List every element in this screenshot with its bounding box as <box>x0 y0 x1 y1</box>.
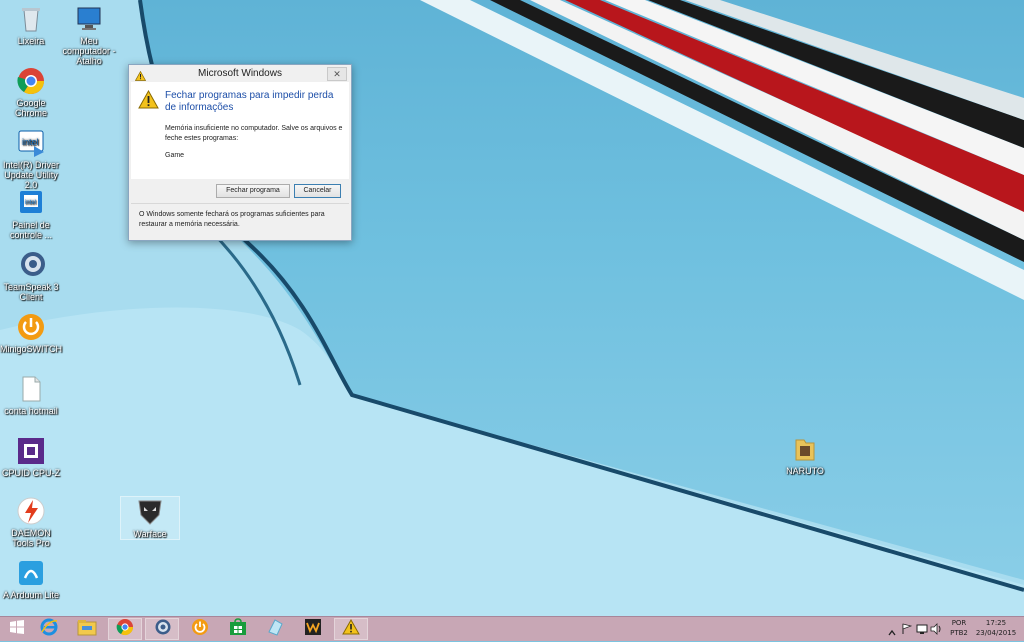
app-icon <box>266 618 284 640</box>
desktop-icon-teamspeak[interactable]: TeamSpeak 3 Client <box>0 250 62 302</box>
close-program-button[interactable]: Fechar programa <box>216 184 290 198</box>
folder-icon <box>790 434 820 464</box>
desktop-icon-conta-hotmail[interactable]: conta hotmail <box>0 374 62 416</box>
chrome-icon <box>16 66 46 96</box>
cpuz-icon <box>16 436 46 466</box>
taskbar-teamspeak[interactable] <box>145 618 179 640</box>
desktop-icon-label: MinigoSWITCH <box>0 344 63 354</box>
dialog-footer-note: O Windows somente fechará os programas s… <box>139 211 325 228</box>
desktop-icon-minigoswitch[interactable]: MinigoSWITCH <box>0 312 62 354</box>
clock[interactable]: 17:25 23/04/2015 <box>974 619 1018 637</box>
daemon-tools-icon <box>16 496 46 526</box>
warning-icon <box>138 89 159 114</box>
app-icon <box>16 558 46 588</box>
intel-driver-icon: intel <box>16 128 46 158</box>
warface-icon <box>135 497 165 527</box>
dialog-button-row: Fechar programa Cancelar <box>131 179 349 199</box>
desktop-icon-label: Lixeira <box>17 36 45 46</box>
desktop-icon-label: CPUID CPU-Z <box>2 468 60 478</box>
divider <box>131 203 349 204</box>
close-programs-dialog: Microsoft Windows ✕ Fechar programas par… <box>128 64 352 241</box>
desktop-icon-label: Intel(R) Driver Update Utility 2.0 <box>2 160 59 190</box>
taskbar-store[interactable] <box>221 618 255 640</box>
language-code: POR <box>951 619 967 627</box>
dialog-message: Memória insuficiente no computador. Salv… <box>165 125 343 142</box>
text-file-icon <box>16 374 46 404</box>
chrome-icon <box>116 618 134 640</box>
chevron-up-icon[interactable] <box>888 624 896 642</box>
desktop-icon-intel-control-panel[interactable]: intel Painel de controle ... <box>0 188 62 240</box>
desktop-icon-intel-driver[interactable]: intel Intel(R) Driver Update Utility 2.0 <box>0 128 62 190</box>
warning-icon <box>342 618 360 639</box>
dialog-title-bar[interactable]: Microsoft Windows ✕ <box>129 65 351 82</box>
internet-explorer-icon <box>40 618 58 640</box>
volume-icon[interactable] <box>930 622 942 640</box>
desktop-icon-my-computer[interactable]: Meu computador - Atalho <box>58 4 120 66</box>
start-button[interactable] <box>0 618 34 640</box>
svg-text:intel: intel <box>25 200 36 206</box>
desktop-icon-daemon-tools[interactable]: DAEMON Tools Pro <box>0 496 62 548</box>
desktop-icon-label: A Arduum Lite <box>2 590 60 600</box>
taskbar: POR PTB2 17:25 23/04/2015 <box>0 616 1024 641</box>
language-indicator[interactable]: POR PTB2 <box>946 619 972 637</box>
power-icon <box>191 618 209 640</box>
program-list-item: Game <box>165 152 185 159</box>
desktop-icon-chrome[interactable]: Google Chrome <box>0 66 62 118</box>
desktop-icon-label: DAEMON Tools Pro <box>11 528 51 548</box>
dialog-heading: Fechar programas para impedir perda de i… <box>165 90 334 113</box>
desktop-icon-label: Meu computador - Atalho <box>62 36 116 66</box>
flag-icon[interactable] <box>902 622 913 640</box>
taskbar-minigoswitch[interactable] <box>183 618 217 640</box>
desktop-icon-recycle-bin[interactable]: Lixeira <box>0 4 62 46</box>
system-tray <box>884 617 942 642</box>
desktop-icon-label: conta hotmail <box>4 406 58 416</box>
file-explorer-icon <box>77 618 97 640</box>
close-button[interactable]: ✕ <box>327 67 347 81</box>
desktop-icon-warface[interactable]: Warface <box>120 496 180 540</box>
desktop-icon-label: NARUTO <box>786 466 824 476</box>
taskbar-w-app[interactable] <box>296 618 330 640</box>
desktop-icon-label: TeamSpeak 3 Client <box>3 282 59 302</box>
computer-icon <box>74 4 104 34</box>
desktop-icon-label: Warface <box>133 529 167 539</box>
taskbar-file-explorer[interactable] <box>70 618 104 640</box>
store-icon <box>229 618 247 640</box>
desktop-icon-naruto-folder[interactable]: NARUTO <box>774 434 836 476</box>
teamspeak-icon <box>153 618 171 640</box>
recycle-bin-icon <box>16 4 46 34</box>
desktop-icon-arduum-lite[interactable]: A Arduum Lite <box>0 558 62 600</box>
network-icon[interactable] <box>916 622 928 640</box>
desktop-icon-label: Painel de controle ... <box>9 220 53 240</box>
dialog-body: Fechar programas para impedir perda de i… <box>131 82 349 179</box>
w-app-icon <box>304 618 322 640</box>
clock-date: 23/04/2015 <box>975 629 1017 637</box>
taskbar-chrome[interactable] <box>108 618 142 640</box>
taskbar-app[interactable] <box>258 618 292 640</box>
dialog-title: Microsoft Windows <box>198 68 282 79</box>
start-icon <box>9 619 25 639</box>
taskbar-warning-dialog[interactable] <box>334 618 368 640</box>
desktop-icon-cpuz[interactable]: CPUID CPU-Z <box>0 436 62 478</box>
clock-time: 17:25 <box>985 619 1007 627</box>
teamspeak-icon <box>16 250 46 280</box>
taskbar-internet-explorer[interactable] <box>32 618 66 640</box>
keyboard-layout: PTB2 <box>950 629 968 637</box>
power-icon <box>16 312 46 342</box>
cancel-button[interactable]: Cancelar <box>294 184 341 198</box>
intel-control-panel-icon: intel <box>16 188 46 218</box>
svg-text:intel: intel <box>22 137 39 147</box>
desktop-icon-label: Google Chrome <box>14 98 47 118</box>
